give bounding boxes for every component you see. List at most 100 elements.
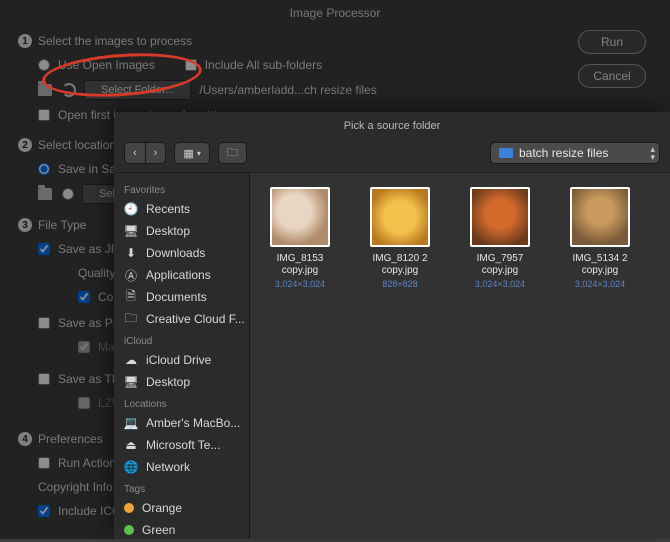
step-badge-2: 2 [18, 138, 32, 152]
file-dimensions: 828×828 [360, 279, 440, 289]
cancel-button[interactable]: Cancel [578, 64, 646, 88]
chevron-right-icon: › [154, 147, 158, 159]
laptop-icon: 💻 [124, 416, 138, 430]
sidebar-item-downloads[interactable]: ⬇ Downloads [114, 242, 249, 264]
documents-icon: 🗎 [124, 290, 138, 304]
lzw-checkbox [78, 397, 90, 409]
save-psd-checkbox[interactable] [38, 317, 50, 329]
step-badge-4: 4 [18, 432, 32, 446]
include-icc-checkbox[interactable] [38, 505, 50, 517]
sidebar-item-label: Recents [146, 202, 190, 216]
sidebar-item-applications[interactable]: ⒶApplications [114, 264, 249, 286]
reload-icon[interactable] [62, 83, 76, 97]
file-dimensions: 3,024×3,024 [460, 279, 540, 289]
save-tiff-label: Save as TIF [58, 372, 122, 386]
group-by-button[interactable]: 🗀 [218, 142, 247, 164]
picker-sidebar: Favorites 🕘 Recents 🖥 Desktop ⬇ Downloads Ⓐ… [114, 173, 250, 539]
chevron-left-icon: ‹ [133, 147, 137, 159]
open-first-checkbox[interactable] [38, 109, 50, 121]
sidebar-item-label: Desktop [146, 224, 190, 238]
sidebar-item-icloud-desktop[interactable]: 🖥 Desktop [114, 371, 249, 393]
cloud-icon: ☁ [124, 353, 138, 367]
view-mode-button[interactable]: ▦ ▾ [174, 142, 209, 164]
file-item[interactable]: IMG_7957 copy.jpg 3,024×3,024 [460, 187, 540, 289]
use-open-images-label: Use Open Images [58, 58, 155, 72]
file-name: IMG_7957 copy.jpg [460, 253, 540, 277]
path-dropdown[interactable]: batch resize files ▴▾ [490, 142, 660, 164]
convert-checkbox[interactable] [78, 291, 90, 303]
sidebar-item-label: Documents [146, 290, 207, 304]
sidebar-item-network[interactable]: 🌐Network [114, 456, 249, 478]
tag-dot-icon [124, 503, 134, 513]
file-thumbnail [370, 187, 430, 247]
desktop-icon: 🖥 [124, 224, 138, 238]
file-thumbnail [270, 187, 330, 247]
updown-arrows-icon: ▴▾ [650, 145, 655, 161]
file-item[interactable]: IMG_8120 2 copy.jpg 828×828 [360, 187, 440, 289]
sidebar-item-label: Creative Cloud F... [146, 312, 245, 326]
include-subfolders-label: Include All sub-folders [205, 58, 322, 72]
selected-path: /Users/amberladd...ch resize files [199, 83, 376, 97]
sidebar-item-documents[interactable]: 🗎 Documents [114, 286, 249, 308]
save-jpeg-label: Save as JP [58, 242, 119, 256]
file-thumbnail [470, 187, 530, 247]
desktop-icon: 🖥 [124, 375, 138, 389]
folder-icon: 🗀 [124, 312, 138, 326]
folder-icon: 🗀 [227, 144, 238, 163]
quality-label: Quality: [78, 266, 119, 280]
file-dimensions: 3,024×3,024 [560, 279, 640, 289]
use-open-images-radio[interactable] [38, 59, 50, 71]
step3-heading: File Type [38, 218, 86, 232]
run-button[interactable]: Run [578, 30, 646, 54]
sidebar-item-label: Amber's MacBo... [146, 416, 240, 430]
folder-icon [38, 188, 52, 200]
sidebar-item-label: Microsoft Te... [146, 438, 220, 452]
sidebar-item-recents[interactable]: 🕘 Recents [114, 198, 249, 220]
sidebar-item-creative-cloud[interactable]: 🗀 Creative Cloud F... [114, 308, 249, 330]
file-item[interactable]: IMG_5134 2 copy.jpg 3,024×3,024 [560, 187, 640, 289]
sidebar-item-label: Downloads [146, 246, 205, 260]
save-jpeg-checkbox[interactable] [38, 243, 50, 255]
file-name: IMG_8120 2 copy.jpg [360, 253, 440, 277]
sidebar-item-label: Applications [146, 268, 211, 282]
step4-heading: Preferences [38, 432, 103, 446]
include-subfolders-checkbox[interactable] [185, 59, 197, 71]
sidebar-tag-green[interactable]: Green [114, 519, 249, 539]
step-badge-1: 1 [18, 34, 32, 48]
file-name: IMG_8153 copy.jpg [260, 253, 340, 277]
sidebar-item-macbook[interactable]: 💻 Amber's MacBo... [114, 412, 249, 434]
file-item[interactable]: IMG_8153 copy.jpg 3,024×3,024 [260, 187, 340, 289]
select-folder-button[interactable]: Select Folder... [84, 80, 191, 100]
sidebar-item-microsoft[interactable]: ⏏Microsoft Te... [114, 434, 249, 456]
folder-icon [38, 84, 52, 96]
network-icon: 🌐 [124, 460, 138, 474]
sidebar-item-desktop[interactable]: 🖥 Desktop [114, 220, 249, 242]
save-other-radio[interactable] [62, 188, 74, 200]
file-thumbnail [570, 187, 630, 247]
sidebar-icloud-head: iCloud [114, 330, 249, 349]
nav-forward-button[interactable]: › [146, 142, 167, 164]
sidebar-item-label: Green [142, 523, 175, 537]
step1-heading: Select the images to process [38, 34, 192, 48]
picker-content[interactable]: IMG_8153 copy.jpg 3,024×3,024 IMG_8120 2… [250, 173, 670, 539]
save-psd-label: Save as PS [58, 316, 121, 330]
save-same-label: Save in Sa [58, 162, 116, 176]
sidebar-item-label: Orange [142, 501, 182, 515]
path-dropdown-label: batch resize files [519, 146, 608, 160]
sidebar-item-label: Desktop [146, 375, 190, 389]
step-badge-3: 3 [18, 218, 32, 232]
nav-back-button[interactable]: ‹ [124, 142, 146, 164]
save-tiff-checkbox[interactable] [38, 373, 50, 385]
folder-mini-icon [499, 148, 513, 158]
clock-icon: 🕘 [124, 202, 138, 216]
save-same-radio[interactable] [38, 163, 50, 175]
tag-dot-icon [124, 525, 134, 535]
sidebar-tag-orange[interactable]: Orange [114, 497, 249, 519]
run-action-label: Run Action: [58, 456, 119, 470]
maximize-checkbox [78, 341, 90, 353]
run-action-checkbox[interactable] [38, 457, 50, 469]
sidebar-favorites-head: Favorites [114, 179, 249, 198]
sidebar-item-icloud-drive[interactable]: ☁iCloud Drive [114, 349, 249, 371]
file-name: IMG_5134 2 copy.jpg [560, 253, 640, 277]
download-icon: ⬇ [124, 246, 138, 260]
